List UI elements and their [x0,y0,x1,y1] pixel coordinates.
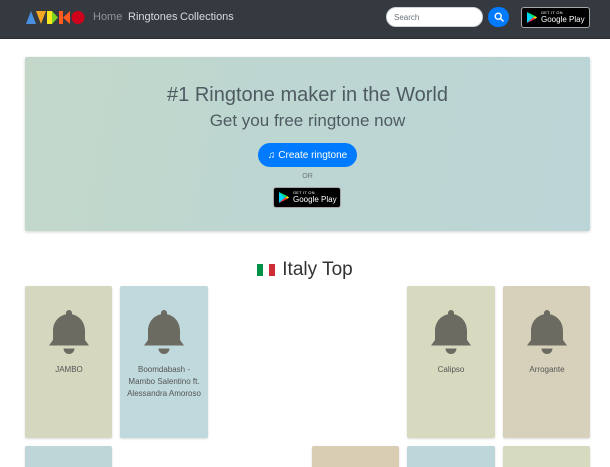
ringtone-card[interactable]: Arrogante [503,286,590,438]
bell-icon [431,310,471,354]
section-heading: Italy Top [0,259,610,281]
google-play-badge-hero[interactable]: GET IT ON Google Play [273,187,341,208]
google-play-badge-nav[interactable]: GET IT ON Google Play [521,7,590,28]
ringtone-card[interactable] [503,446,590,467]
navbar: Home Ringtones Collections GET IT ON Goo… [0,0,610,39]
hero-title: #1 Ringtone maker in the World [167,84,448,106]
google-play-icon [279,192,289,203]
ringtone-card[interactable]: JAMBO [25,286,112,438]
ringtone-name: Arrogante [529,365,565,374]
search-icon [493,12,504,22]
search-button[interactable] [488,7,509,27]
section-title: Italy Top [282,259,353,280]
bell-icon [49,310,89,354]
ringtone-name: Calipso [437,365,465,374]
badge-big-text: Google Play [541,15,585,24]
music-note-icon: ♫ [267,149,276,161]
nav-link-collections[interactable]: Collections [180,11,234,23]
bell-icon [527,310,567,354]
google-play-icon [527,12,537,23]
nav-link-home[interactable]: Home [93,11,122,23]
ringtone-card[interactable] [312,446,399,467]
site-logo[interactable] [26,11,86,24]
ringtone-name: JAMBO [55,365,83,374]
badge-big-text: Google Play [293,195,337,204]
search-input[interactable] [386,7,483,27]
or-divider-text: OR [302,173,313,180]
hero-subtitle: Get you free ringtone now [209,111,406,130]
ringtone-card[interactable] [25,446,112,467]
ringtone-name: Boomdabash - Mambo Salentino ft. Alessan… [127,365,201,398]
ringtone-card[interactable]: Boomdabash - Mambo Salentino ft. Alessan… [120,286,208,438]
bell-icon [144,310,184,354]
italy-flag-icon [257,264,276,276]
ringtone-card[interactable] [407,446,495,467]
hero-banner: #1 Ringtone maker in the World Get you f… [25,57,590,231]
create-ringtone-button[interactable]: ♫ Create ringtone [258,143,357,167]
ringtone-card[interactable]: Calipso [407,286,495,438]
create-ringtone-label: Create ringtone [278,149,348,161]
nav-link-ringtones[interactable]: Ringtones [128,11,178,23]
